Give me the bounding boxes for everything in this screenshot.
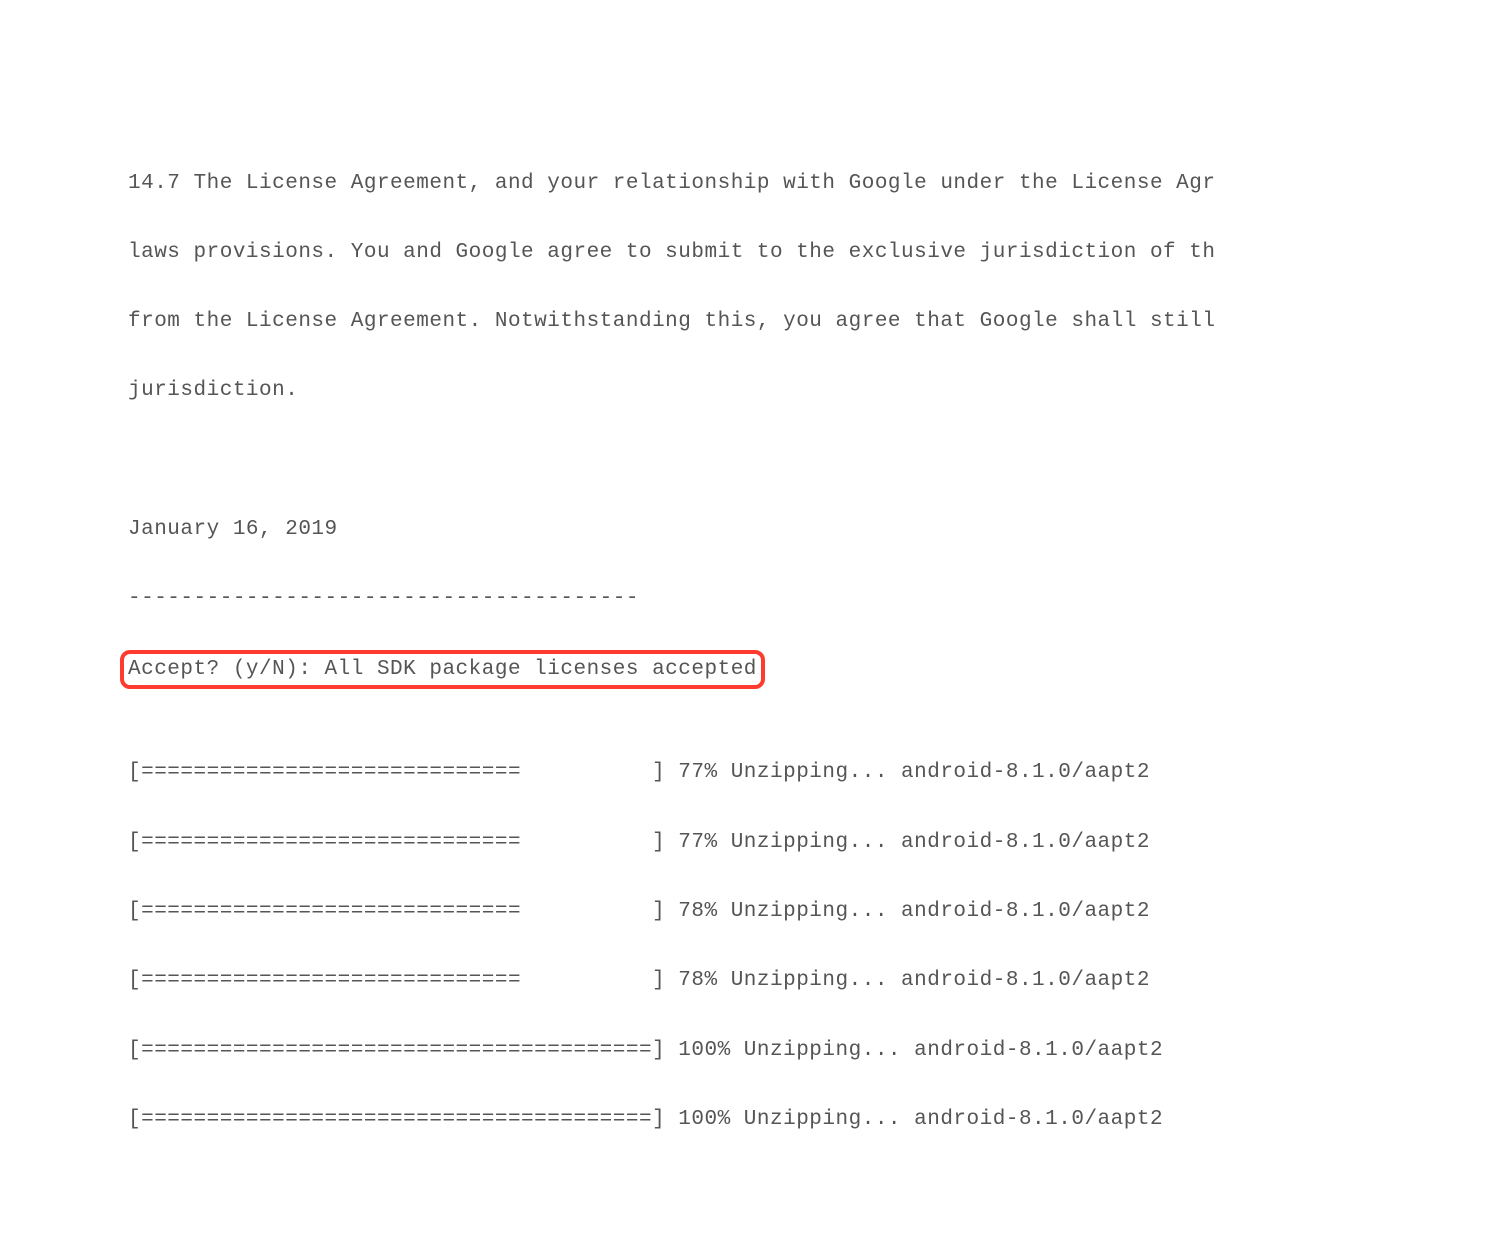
- progress-line: [=======================================…: [128, 1034, 1512, 1069]
- progress-line: [=======================================…: [128, 1103, 1512, 1138]
- license-text-line-1: 14.7 The License Agreement, and your rel…: [128, 167, 1512, 202]
- progress-line: [============================= ] 77% Unz…: [128, 756, 1512, 791]
- accept-prompt-highlight: Accept? (y/N): All SDK package licenses …: [120, 650, 765, 689]
- license-text-line-4: jurisdiction.: [128, 374, 1512, 409]
- license-text-line-3: from the License Agreement. Notwithstand…: [128, 305, 1512, 340]
- license-date: January 16, 2019: [128, 513, 1512, 548]
- progress-line: [============================= ] 77% Unz…: [128, 826, 1512, 861]
- license-text-line-2: laws provisions. You and Google agree to…: [128, 236, 1512, 271]
- separator-line: ---------------------------------------: [128, 582, 1512, 617]
- progress-line: [============================= ] 78% Unz…: [128, 964, 1512, 999]
- accept-prompt-row: Accept? (y/N): All SDK package licenses …: [128, 652, 1512, 688]
- progress-line: [============================= ] 78% Unz…: [128, 895, 1512, 930]
